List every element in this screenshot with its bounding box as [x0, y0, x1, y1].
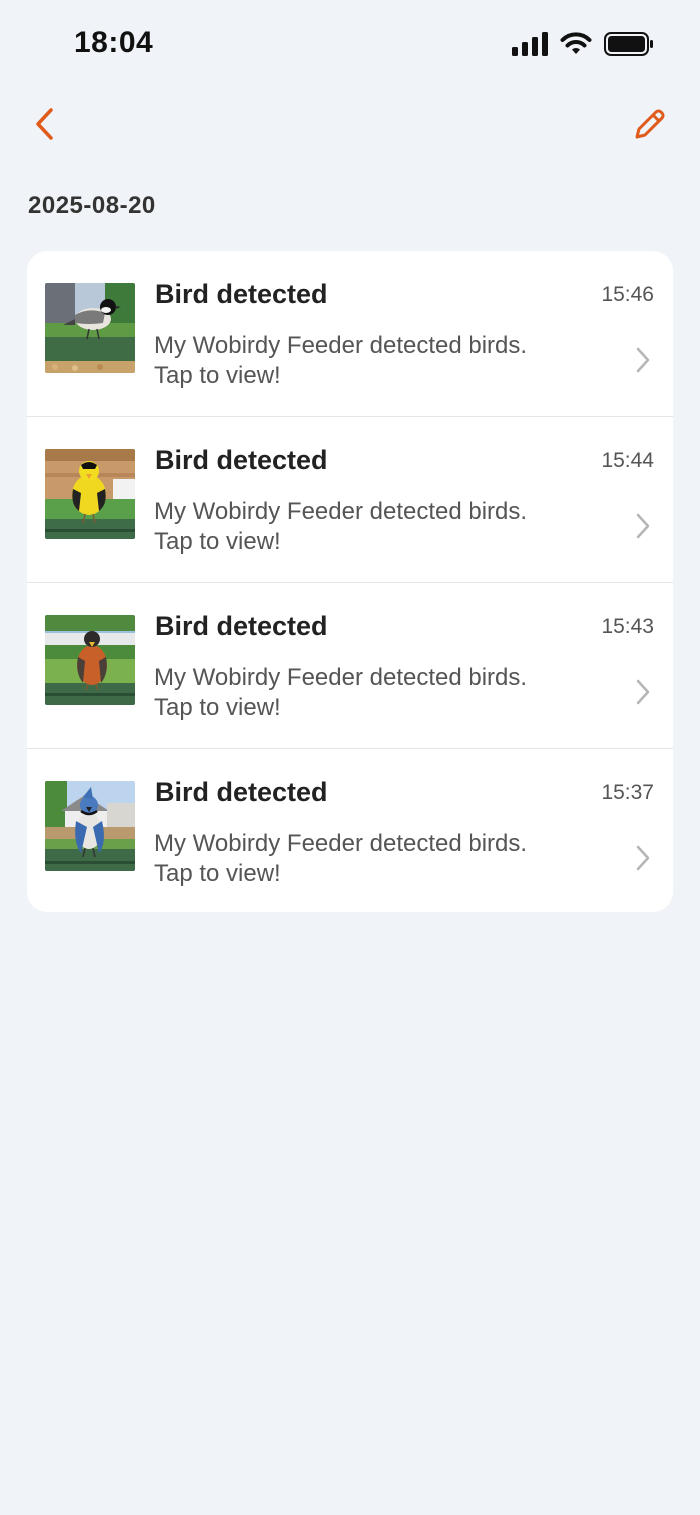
- notification-message: My Wobirdy Feeder detected birds. Tap to…: [154, 331, 574, 391]
- notification-row[interactable]: Bird detected 15:43 My Wobirdy Feeder de…: [27, 583, 673, 749]
- chickadee-thumbnail: [45, 283, 135, 373]
- notification-message-line: Tap to view!: [154, 860, 281, 887]
- notification-message-line: My Wobirdy Feeder detected birds.: [154, 498, 528, 525]
- wifi-icon: [560, 32, 592, 54]
- notification-list: Bird detected 15:46 My Wobirdy Feeder de…: [27, 251, 673, 912]
- notification-row[interactable]: Bird detected 15:46 My Wobirdy Feeder de…: [27, 251, 673, 417]
- notification-time: 15:46: [601, 283, 654, 306]
- notification-message-line: Tap to view!: [154, 694, 281, 721]
- notification-message-line: My Wobirdy Feeder detected birds.: [154, 830, 528, 857]
- status-icons: [512, 32, 654, 56]
- pencil-icon: [635, 109, 665, 139]
- notification-title: Bird detected: [155, 611, 328, 641]
- chevron-right-icon: [636, 845, 650, 871]
- notification-message: My Wobirdy Feeder detected birds. Tap to…: [154, 829, 574, 889]
- notification-message: My Wobirdy Feeder detected birds. Tap to…: [154, 497, 574, 557]
- chevron-right-icon: [636, 347, 650, 373]
- notification-message-line: My Wobirdy Feeder detected birds.: [154, 664, 528, 691]
- date-header: 2025-08-20: [28, 192, 156, 219]
- notification-time: 15:43: [601, 615, 654, 638]
- notification-time: 15:37: [601, 781, 654, 804]
- chevron-right-icon: [636, 679, 650, 705]
- notification-row[interactable]: Bird detected 15:44 My Wobirdy Feeder de…: [27, 417, 673, 583]
- battery-full-icon: [604, 32, 653, 56]
- notification-title: Bird detected: [155, 279, 328, 309]
- notification-message-line: Tap to view!: [154, 362, 281, 389]
- blue-jay-thumbnail: [45, 781, 135, 871]
- cellular-signal-icon: [512, 32, 548, 56]
- notification-message-line: Tap to view!: [154, 528, 281, 555]
- notification-row[interactable]: Bird detected 15:37 My Wobirdy Feeder de…: [27, 749, 673, 912]
- edit-button[interactable]: [626, 100, 674, 148]
- notification-title: Bird detected: [155, 777, 328, 807]
- status-bar: 18:04: [0, 0, 700, 92]
- goldfinch-thumbnail: [45, 449, 135, 539]
- status-time: 18:04: [74, 26, 154, 59]
- chevron-left-icon: [36, 108, 53, 140]
- robin-thumbnail: [45, 615, 135, 705]
- back-button[interactable]: [24, 100, 64, 148]
- notification-message-line: My Wobirdy Feeder detected birds.: [154, 332, 528, 359]
- notification-time: 15:44: [601, 449, 654, 472]
- notification-title: Bird detected: [155, 445, 328, 475]
- chevron-right-icon: [636, 513, 650, 539]
- notification-message: My Wobirdy Feeder detected birds. Tap to…: [154, 663, 574, 723]
